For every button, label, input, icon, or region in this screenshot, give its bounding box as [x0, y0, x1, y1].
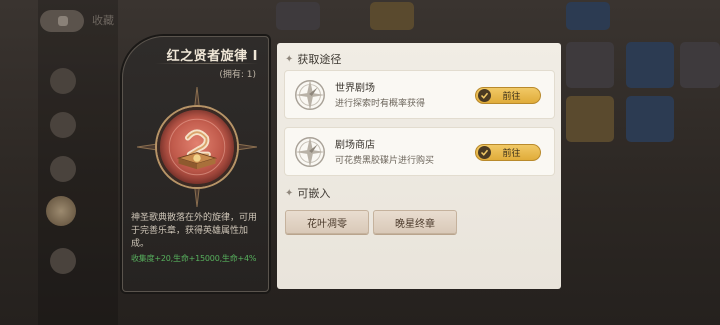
background-card: [626, 96, 674, 142]
compass-icon: [294, 79, 326, 111]
background-nav-icon: [50, 248, 76, 274]
source-description: 进行探索时有概率获得: [335, 99, 426, 109]
background-avatar: [46, 196, 76, 226]
acquire-section-header: ✦ 获取途径: [285, 51, 341, 67]
source-row-world-theater: 世界剧场 进行探索时有概率获得 前往: [284, 70, 555, 119]
embed-section-title: 可嵌入: [297, 187, 331, 200]
item-detail-card: 红之贤者旋律 I (拥有: 1) 神圣歌典散落在外的旋律，可用于完善乐章，获得英…: [122, 36, 269, 292]
background-top-label: 收藏: [92, 14, 114, 27]
source-name: 剧场商店: [335, 140, 375, 151]
checkmark-icon: [478, 89, 491, 102]
embed-chip[interactable]: 晚星终章: [373, 210, 457, 234]
goto-button-label: 前往: [502, 92, 521, 102]
music-box-icon: [168, 118, 226, 176]
item-stats: 收集度+20,生命+15000,生命+4%: [131, 254, 257, 263]
title-divider: [155, 63, 258, 64]
goto-button[interactable]: 前往: [475, 87, 541, 104]
checkmark-icon: [478, 146, 491, 159]
sparkle-icon: ✦: [285, 53, 294, 65]
background-card: [680, 42, 720, 88]
melody-emblem: [157, 107, 237, 187]
background-card: [566, 96, 614, 142]
background-nav-icon: [50, 112, 76, 138]
background-nav-icon: [50, 68, 76, 94]
goto-button-label: 前往: [502, 149, 521, 159]
background-card: [566, 42, 614, 88]
source-description: 可花费黑胶碟片进行购买: [335, 156, 435, 166]
item-emblem: [137, 87, 257, 207]
background-card: [370, 2, 414, 30]
background-card: [566, 2, 610, 30]
item-description: 神圣歌典散落在外的旋律，可用于完善乐章，获得英雄属性加成。: [131, 213, 258, 249]
source-row-theater-shop: 剧场商店 可花费黑胶碟片进行购买 前往: [284, 127, 555, 176]
acquire-section-title: 获取途径: [297, 53, 342, 66]
background-sidebar: [38, 0, 118, 325]
embed-section-header: ✦ 可嵌入: [285, 185, 330, 201]
background-tab-icon: [58, 16, 68, 26]
background-card: [276, 2, 320, 30]
item-title: 红之贤者旋律 I: [166, 49, 258, 64]
item-owned-count: (拥有: 1): [219, 70, 256, 80]
acquire-panel: ✦ 获取途径 世界剧场 进行探索时有概率获得 前往 剧场商店 可花费黑胶碟片进行…: [277, 43, 561, 289]
background-card: [626, 42, 674, 88]
compass-icon: [294, 136, 326, 168]
background-nav-icon: [50, 156, 76, 182]
source-name: 世界剧场: [335, 83, 375, 94]
goto-button[interactable]: 前往: [475, 144, 541, 161]
embed-chip[interactable]: 花叶凋零: [285, 210, 369, 234]
sparkle-icon: ✦: [285, 187, 294, 199]
